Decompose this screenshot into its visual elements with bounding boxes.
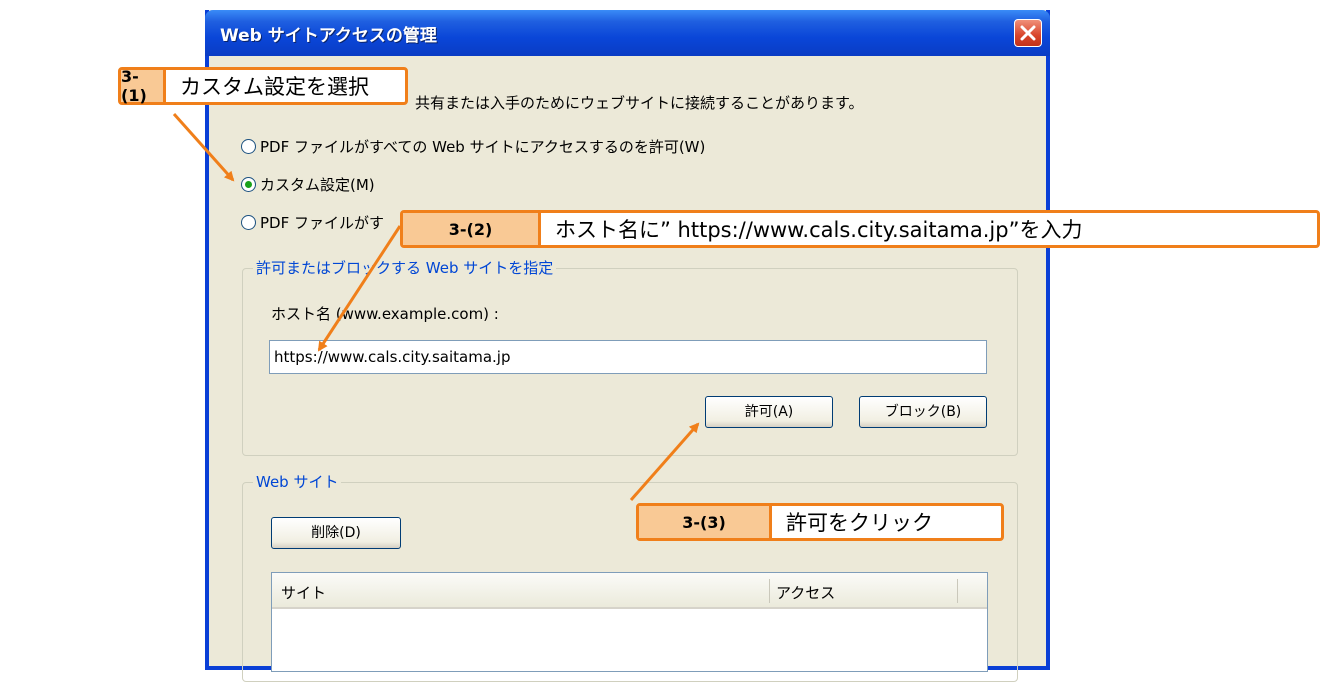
- arrow-custom: [172, 113, 235, 182]
- callout-text: カスタム設定を選択: [180, 75, 369, 99]
- callout-text: 許可をクリック: [786, 511, 933, 535]
- callout-custom-setting: 3-(1) カスタム設定を選択: [118, 67, 408, 105]
- arrow-host: [317, 225, 402, 352]
- callout-host-input: 3-(2) ホスト名に” https://www.cals.city.saita…: [400, 210, 1320, 248]
- callout-allow-click: 3-(3) 許可をクリック: [636, 503, 1004, 541]
- callout-tag: 3-(2): [403, 213, 541, 245]
- callout-tag: 3-(3): [639, 506, 772, 538]
- callout-text: ホスト名に” https://www.cals.city.saitama.jp”…: [555, 218, 1083, 242]
- callout-tag: 3-(1): [121, 67, 166, 105]
- arrow-allow: [629, 422, 700, 501]
